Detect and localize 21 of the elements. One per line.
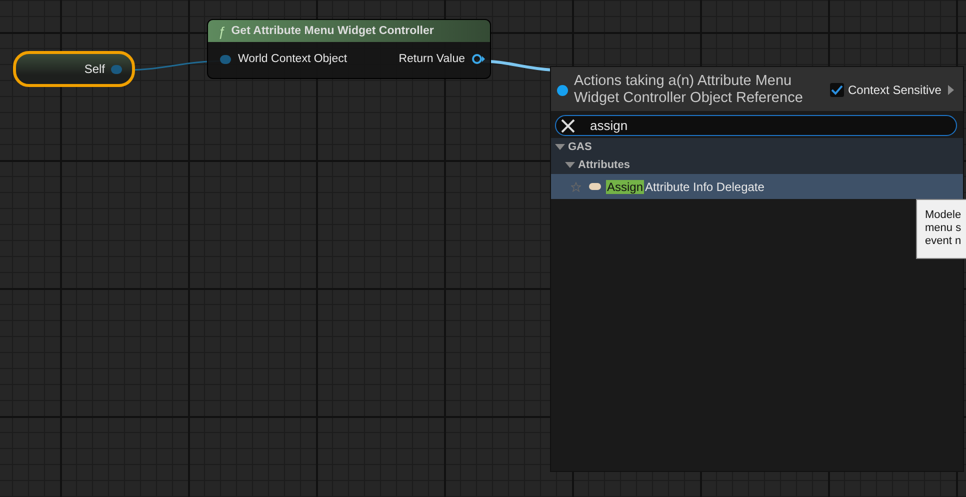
tooltip: Modele menu s event n [916,199,966,259]
self-node[interactable]: Self [13,51,135,87]
function-icon: ƒ [218,24,226,38]
clear-icon[interactable] [561,119,575,133]
menu-title: Actions taking a(n) Attribute Menu Widget Controller Object Reference [574,73,804,107]
pin-icon [557,84,568,96]
pin-icon[interactable] [472,54,486,64]
function-node[interactable]: ƒ Get Attribute Menu Widget Controller World Context Object Return Value [207,19,491,79]
category-row[interactable]: Attributes [551,156,963,174]
context-sensitive-toggle[interactable]: Context Sensitive [830,83,954,97]
category-row[interactable]: GAS [551,138,963,156]
pin-label: Return Value [398,53,465,65]
expand-arrow-icon[interactable] [948,85,954,95]
event-icon [589,183,601,190]
pin-label: Self [84,62,105,76]
node-title: Get Attribute Menu Widget Controller [231,25,434,37]
search-input[interactable]: assign [555,115,957,136]
pin-label: World Context Object [238,53,348,65]
star-icon[interactable] [571,182,581,192]
action-item[interactable]: Assign Attribute Info Delegate [551,174,963,199]
checkbox[interactable] [830,83,844,97]
